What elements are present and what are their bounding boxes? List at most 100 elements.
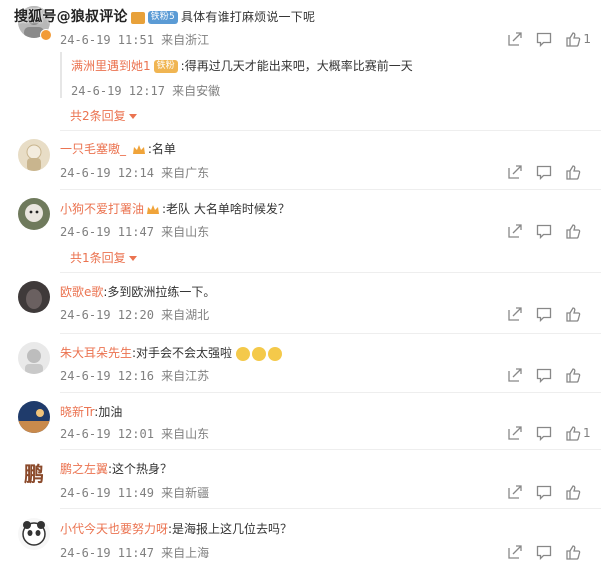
share-icon[interactable] [507,544,523,560]
like-count: 1 [583,426,591,440]
more-replies-label: 共1条回复 [70,251,126,265]
comment-item: 晓新Tr:加油 24-6-19 12:01 来自山东 1 [0,393,601,449]
share-icon[interactable] [507,367,523,383]
comment-text: 具体有谁打麻烦说一下呢 [180,10,316,24]
comment-meta: 24-6-19 11:47 来自山东 [60,223,209,240]
share-icon[interactable] [507,31,523,47]
comment-source: 来自上海 [161,546,210,560]
comment-actions [494,223,591,239]
like-icon[interactable] [565,164,581,180]
share-icon[interactable] [507,484,523,500]
watermark: 搜狐号@狼叔评论 铁粉5 具体有谁打麻烦说一下呢 [14,6,315,26]
reply-user-name[interactable]: 满洲里遇到她1 [71,59,151,73]
comment-text: :多到欧洲拉练一下。 [103,285,216,299]
more-replies-label: 共2条回复 [70,109,126,123]
comment-time: 24-6-19 11:51 [60,33,154,47]
avatar[interactable] [18,139,50,171]
comment-actions [494,544,591,560]
chevron-down-icon [128,256,137,261]
comment-line: 晓新Tr:加油 [60,403,122,420]
crown-icon [146,204,160,216]
emoji-icon [235,346,250,361]
user-name[interactable]: 小狗不爱打署油 [60,202,144,216]
comment-actions [494,164,591,180]
reply-meta: 24-6-19 12:17 来自安徽 [71,82,220,99]
comment-icon[interactable] [536,425,552,441]
avatar[interactable] [18,342,50,374]
comment-icon[interactable] [536,223,552,239]
avatar[interactable] [18,198,50,230]
comment-meta: 24-6-19 11:51 来自浙江 [60,31,209,48]
user-name[interactable]: 小代今天也要努力呀 [60,522,168,536]
comment-source: 来自山东 [161,225,210,239]
user-name[interactable]: 鹏之左翼 [60,462,108,476]
verified-icon [40,29,52,41]
comment-icon[interactable] [536,484,552,500]
comment-meta: 24-6-19 12:14 来自广东 [60,164,209,181]
comment-text: :是海报上这几位去吗？ [168,522,293,536]
like-icon[interactable] [565,484,581,500]
fan-badge: 铁粉5 [147,10,178,24]
reply-time: 24-6-19 12:17 [71,84,165,98]
like-icon[interactable] [565,425,581,441]
user-name[interactable]: 欧歌e歌 [60,285,103,299]
reply-line: 满洲里遇到她1 铁粉:得再过几天才能出来吧，大概率比赛前一天 [71,57,413,74]
chevron-down-icon [128,114,137,119]
like-icon[interactable] [565,306,581,322]
avatar[interactable] [18,281,50,313]
comment-item: 欧歌e歌:多到欧洲拉练一下。 24-6-19 12:20 来自湖北 [0,273,601,333]
avatar[interactable] [18,518,50,550]
like-icon[interactable] [565,367,581,383]
comment-icon[interactable] [536,164,552,180]
share-icon[interactable] [507,164,523,180]
like-icon[interactable] [565,223,581,239]
comment-text: :加油 [94,405,123,419]
comment-source: 来自湖北 [161,308,210,322]
comment-line: 小代今天也要努力呀:是海报上这几位去吗？ [60,520,292,537]
reply-source: 来自安徽 [172,84,221,98]
comment-source: 来自江苏 [161,369,210,383]
comment-time: 24-6-19 12:20 [60,308,154,322]
like-icon[interactable] [565,544,581,560]
share-icon[interactable] [507,306,523,322]
user-name[interactable]: 晓新Tr [60,405,94,419]
user-name[interactable]: 一只毛塞嗷_ [60,142,126,156]
comment-line: 鹏之左翼:这个热身？ [60,460,172,477]
comment-time: 24-6-19 12:01 [60,427,154,441]
comment-meta: 24-6-19 12:20 来自湖北 [60,306,209,323]
comment-line: 欧歌e歌:多到欧洲拉练一下。 [60,283,215,300]
comment-item: 鹏 鹏之左翼:这个热身？ 24-6-19 11:49 来自新疆 [0,450,601,508]
comment-item: 朱大耳朵先生:对手会不会太强啦 24-6-19 12:16 来自江苏 [0,334,601,392]
avatar[interactable]: 鹏 [18,458,50,490]
user-name[interactable]: 朱大耳朵先生 [60,346,132,360]
comment-meta: 24-6-19 12:16 来自江苏 [60,367,209,384]
comment-icon[interactable] [536,544,552,560]
more-replies-link[interactable]: 共2条回复 [70,107,137,124]
emoji-icon [267,346,282,361]
comment-icon[interactable] [536,367,552,383]
comment-source: 来自广东 [161,166,210,180]
comment-time: 24-6-19 11:49 [60,486,154,500]
comment-text: :这个热身？ [108,462,173,476]
comment-actions: 1 [494,425,591,441]
comment-icon[interactable] [536,306,552,322]
crown-icon [130,11,145,24]
like-count: 1 [583,32,591,46]
comment-text: :老队 大名单啥时候发？ [162,202,290,216]
comment-source: 来自浙江 [161,33,210,47]
reply-box: 满洲里遇到她1 铁粉:得再过几天才能出来吧，大概率比赛前一天 24-6-19 12… [60,52,591,98]
comment-meta: 24-6-19 11:49 来自新疆 [60,484,209,501]
avatar[interactable] [18,401,50,433]
comment-item: 小狗不爱打署油 :老队 大名单啥时候发？ 24-6-19 11:47 来自山东 共… [0,190,601,272]
share-icon[interactable] [507,223,523,239]
comment-actions [494,306,591,322]
reply-text: :得再过几天才能出来吧，大概率比赛前一天 [180,59,413,73]
comment-time: 24-6-19 12:14 [60,166,154,180]
comment-time: 24-6-19 12:16 [60,369,154,383]
comment-icon[interactable] [536,31,552,47]
more-replies-link[interactable]: 共1条回复 [70,249,137,266]
like-icon[interactable] [565,31,581,47]
share-icon[interactable] [507,425,523,441]
comment-time: 24-6-19 11:47 [60,546,154,560]
comment-line: 小狗不爱打署油 :老队 大名单啥时候发？ [60,200,290,217]
